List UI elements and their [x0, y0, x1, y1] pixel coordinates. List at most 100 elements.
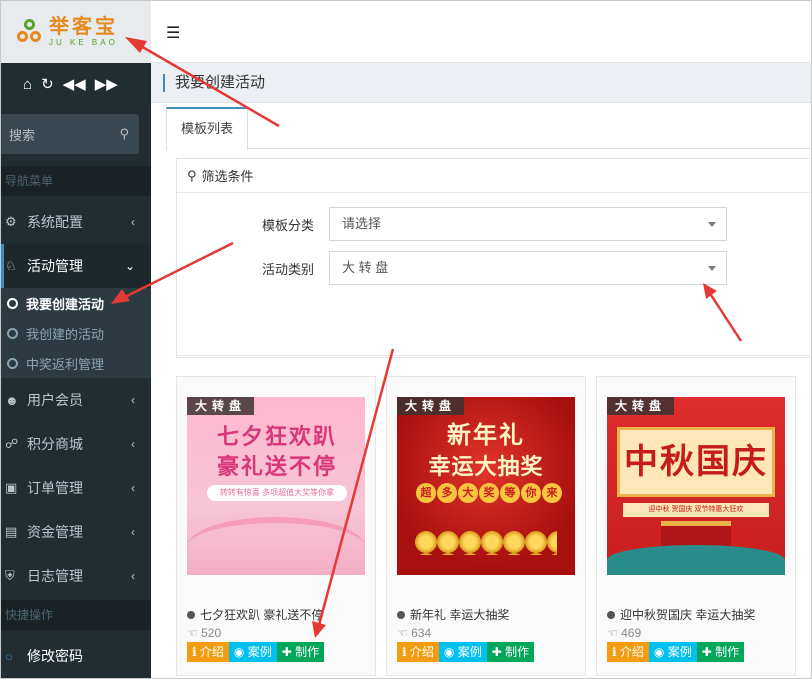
activity-type-select[interactable]: 大 转 盘: [329, 251, 727, 285]
sidebar-item-activity-management[interactable]: ♘ 活动管理 ⌄: [1, 244, 151, 288]
cart-icon: ☍: [5, 436, 19, 451]
card-actions: ℹ 介绍 ◉ 案例 ✚ 制作: [187, 642, 325, 662]
sidebar-item-funds[interactable]: ▤ 资金管理 ‹: [1, 510, 151, 554]
tab-bar: 模板列表: [166, 107, 811, 150]
thumbs-up-icon: ☜: [397, 626, 412, 640]
thumbnail-chip: 来: [542, 483, 562, 503]
thumbnail-text: 转转有惊喜 多项超值大奖等你拿: [207, 485, 347, 501]
trophy-icon: ♘: [5, 258, 17, 273]
thumbnail-text: 七夕狂欢趴: [216, 424, 337, 449]
template-thumbnail[interactable]: 大转盘 七夕狂欢趴 豪礼送不停 转转有惊喜 多项超值大奖等你拿: [187, 397, 365, 575]
sidebar-item-label: 活动管理: [27, 258, 83, 274]
select-value: 大 转 盘: [342, 260, 389, 275]
like-count: ☜ 469: [607, 626, 642, 640]
filter-header[interactable]: ⚲ 筛选条件: [177, 159, 811, 193]
template-category-select[interactable]: 请选择: [329, 207, 727, 241]
sidebar-item-label: 修改密码: [27, 648, 83, 664]
search-icon: ⚲: [187, 167, 197, 183]
type-badge: 大转盘: [187, 397, 255, 415]
template-title: 七夕狂欢趴 豪礼送不停: [187, 606, 367, 623]
thumbnail-text: 新年礼: [447, 422, 525, 449]
type-badge: 大转盘: [397, 397, 465, 415]
submenu-item-prize-rebate[interactable]: 中奖返利管理: [1, 348, 151, 378]
filter-label: 模板分类: [261, 218, 314, 233]
thumbnail-chip: 超: [416, 483, 436, 503]
search-placeholder: 搜索: [9, 127, 36, 143]
sidebar-item-label: 系统配置: [27, 214, 83, 230]
refresh-icon[interactable]: ↻: [41, 75, 54, 93]
shield-icon: ⛨: [5, 568, 15, 583]
sidebar: 举客宝 JU KE BAO ⌂ ↻ ◀◀ ▶▶ 搜索 ⚲ 导航菜单 ⚙ 系统配置…: [1, 1, 151, 678]
case-button[interactable]: ◉ 案例: [228, 642, 277, 662]
submenu-item-my-activities[interactable]: 我创建的活动: [1, 318, 151, 348]
template-title: 新年礼 幸运大抽奖: [397, 606, 577, 623]
thumbs-up-icon: ☜: [607, 626, 622, 640]
home-icon[interactable]: ⌂: [23, 76, 32, 93]
chevron-left-icon: ‹: [131, 525, 135, 539]
circle-icon: [7, 327, 18, 339]
thumbnail-chip: 大: [458, 483, 478, 503]
filter-title: 筛选条件: [201, 169, 254, 184]
template-title: 迎中秋贺国庆 幸运大抽奖: [607, 606, 787, 623]
circle-icon: [7, 357, 18, 369]
tab-template-list[interactable]: 模板列表: [166, 107, 248, 150]
search-icon[interactable]: ⚲: [119, 126, 129, 142]
case-button[interactable]: ◉ 案例: [648, 642, 697, 662]
caret-down-icon: [708, 266, 716, 271]
submenu-item-create-activity[interactable]: 我要创建活动: [1, 288, 151, 318]
eye-icon: ◉: [653, 645, 668, 659]
chevron-left-icon: ‹: [131, 481, 135, 495]
logo[interactable]: 举客宝 JU KE BAO: [1, 1, 151, 63]
divider: [176, 355, 811, 356]
logo-subtitle: JU KE BAO: [49, 38, 118, 47]
search-input[interactable]: 搜索 ⚲: [1, 114, 139, 154]
filter-panel: ⚲ 筛选条件 模板分类 请选择 活动类别 大 转 盘: [176, 158, 811, 358]
sidebar-item-logs[interactable]: ⛨ 日志管理 ‹: [1, 554, 151, 598]
thumbnail-text: 迎中秋 贺国庆 双节特惠大狂欢: [623, 503, 769, 517]
sidebar-item-orders[interactable]: ▣ 订单管理 ‹: [1, 466, 151, 510]
info-icon: ℹ: [402, 645, 410, 659]
thumbnail-chip: 多: [437, 483, 457, 503]
top-navbar: ☰: [151, 1, 811, 63]
truck-icon: ▣: [5, 480, 18, 495]
intro-button[interactable]: ℹ 介绍: [187, 642, 229, 662]
thumbnail-chip: 奖: [479, 483, 499, 503]
select-value: 请选择: [342, 216, 382, 231]
menu-toggle-icon[interactable]: ☰: [166, 23, 180, 43]
chevron-left-icon: ‹: [131, 215, 135, 229]
make-button[interactable]: ✚ 制作: [696, 642, 745, 662]
forward-icon[interactable]: ▶▶: [95, 75, 118, 93]
make-button[interactable]: ✚ 制作: [486, 642, 535, 662]
thumbnail-chip: 你: [521, 483, 541, 503]
coins-graphic: [415, 531, 557, 555]
filter-row-activity-type: 活动类别 大 转 盘: [177, 251, 811, 285]
nav-toolbar: ⌂ ↻ ◀◀ ▶▶: [1, 63, 151, 105]
plus-icon: ✚: [701, 645, 716, 659]
sidebar-item-change-password[interactable]: ○ 修改密码: [1, 634, 151, 678]
case-button[interactable]: ◉ 案例: [438, 642, 487, 662]
template-card: 大转盘 新年礼 幸运大抽奖 超 多 大 奖 等 你 来 新年礼 幸运大抽奖 ☜ …: [386, 376, 586, 676]
sidebar-item-label: 订单管理: [27, 480, 83, 496]
eye-icon: ◉: [443, 645, 458, 659]
sidebar-item-system-config[interactable]: ⚙ 系统配置 ‹: [1, 200, 151, 244]
template-thumbnail[interactable]: 大转盘 新年礼 幸运大抽奖 超 多 大 奖 等 你 来: [397, 397, 575, 575]
caret-down-icon: [708, 222, 716, 227]
thumbnail-text: 幸运大抽奖: [428, 454, 544, 479]
like-count: ☜ 520: [187, 626, 222, 640]
template-thumbnail[interactable]: 大转盘 中秋国庆 迎中秋 贺国庆 双节特惠大狂欢: [607, 397, 785, 575]
intro-button[interactable]: ℹ 介绍: [397, 642, 439, 662]
sidebar-item-label: 资金管理: [27, 524, 83, 540]
backward-icon[interactable]: ◀◀: [63, 75, 86, 93]
make-button[interactable]: ✚ 制作: [276, 642, 325, 662]
sidebar-item-points-mall[interactable]: ☍ 积分商城 ‹: [1, 422, 151, 466]
type-badge: 大转盘: [607, 397, 675, 415]
gate-graphic: [661, 521, 731, 547]
page-title: 我要创建活动: [163, 74, 265, 92]
sidebar-item-members[interactable]: ☻ 用户会员 ‹: [1, 378, 151, 422]
plus-icon: ✚: [281, 645, 296, 659]
nav-section-header: 导航菜单: [1, 166, 151, 196]
intro-button[interactable]: ℹ 介绍: [607, 642, 649, 662]
thumbs-up-icon: ☜: [187, 626, 202, 640]
money-icon: ▤: [5, 524, 18, 539]
chevron-down-icon: ⌄: [124, 259, 135, 273]
